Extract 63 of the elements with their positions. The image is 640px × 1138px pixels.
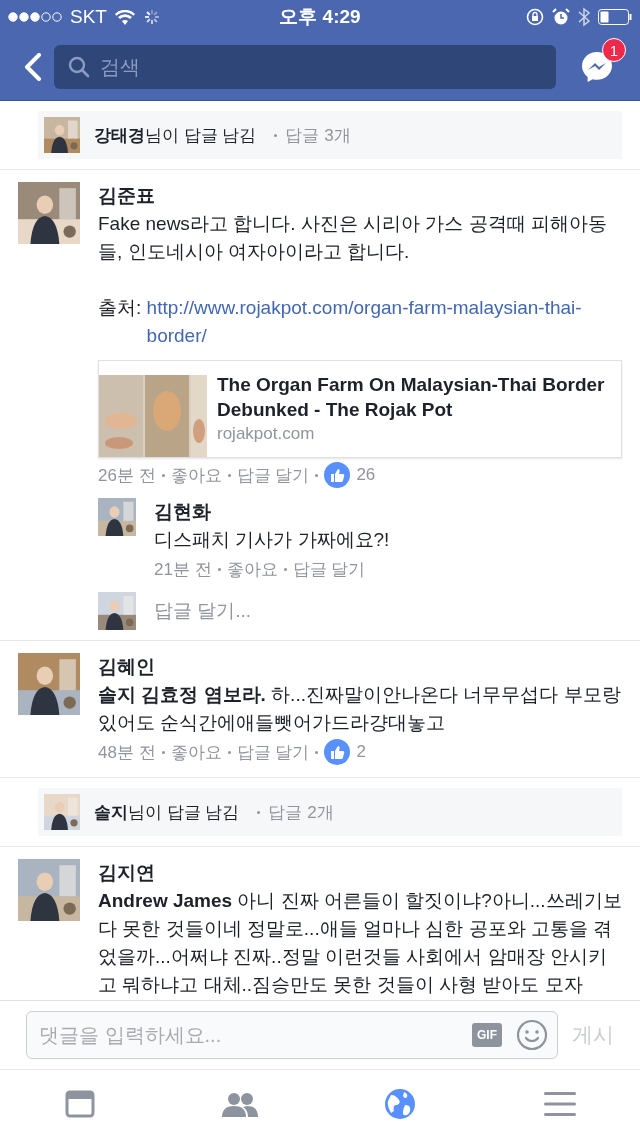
reply-count[interactable]: 답글 3개 <box>285 123 351 147</box>
like-link[interactable]: 좋아요 <box>226 557 278 581</box>
reply-summary[interactable]: 솔지 님이 답글 남김 답글 2개 <box>38 788 622 836</box>
separator-dot <box>257 810 261 814</box>
timestamp: 48분 전 <box>98 741 156 764</box>
separator-dot <box>217 567 221 571</box>
preview-domain: rojakpot.com <box>217 423 316 445</box>
separator-dot <box>283 567 287 571</box>
reply-summary[interactable]: 강태경 님이 답글 남김 답글 3개 <box>38 111 622 159</box>
timestamp: 21분 전 <box>154 558 212 581</box>
link-preview[interactable]: The Organ Farm On Malaysian-Thai Border Debunked - The Rojak Pot rojakpot.com <box>98 360 622 458</box>
like-count: 26 <box>356 465 376 485</box>
reply-text: 디스패치 기사가 가짜에요?! <box>154 528 391 552</box>
comment-text: Fake news라고 합니다. 사진은 시리아 가스 공격때 피해아동들, 인도네시아 여자아이라고 합니다. <box>98 212 608 264</box>
battery-icon <box>598 9 632 25</box>
wifi-icon <box>114 9 135 25</box>
gif-button[interactable]: GIF <box>472 1023 502 1047</box>
separator-dot <box>227 473 231 477</box>
separator-dot <box>274 133 278 137</box>
reply-prompt[interactable]: 답글 달기... <box>154 598 252 624</box>
messenger-button[interactable]: 1 <box>568 38 626 96</box>
timestamp: 26분 전 <box>98 464 156 487</box>
alarm-icon <box>552 8 570 26</box>
reply-link[interactable]: 답글 달기 <box>236 740 310 764</box>
preview-title: The Organ Farm On Malaysian-Thai Border Debunked - The Rojak Pot <box>217 373 606 422</box>
reply-summary-text: 강태경 님이 답글 남김 <box>94 124 257 147</box>
menu-icon <box>544 1091 576 1117</box>
source-label: 출처: <box>98 296 143 320</box>
loading-icon <box>142 8 161 26</box>
comment-text: Andrew James 아니 진짜 어른들이 할짓이냐?아니...쓰레기보다 못한 것들이네 정말로...애들 얼마나 심한 공포와 고통을 겪었을까...어쩌냐 진짜..정말 이런것들 사회에서 암매장 안시키고 뭐하냐고 대체..짐승만도 못한 것들이 사형 받아도 모자 <box>98 889 622 997</box>
like-icon <box>324 739 351 765</box>
author-name[interactable]: 김지연 <box>98 859 622 887</box>
author-name[interactable]: 김준표 <box>98 182 622 210</box>
signal-icon <box>8 12 62 22</box>
separator-dot <box>315 750 319 754</box>
search-field[interactable]: 검색 <box>54 45 556 89</box>
reply-count[interactable]: 답글 2개 <box>268 800 334 824</box>
reply-link[interactable]: 답글 달기 <box>236 463 310 487</box>
author-name[interactable]: 김혜인 <box>98 653 622 681</box>
url-link[interactable]: http://www.rojakpot.com/organ-farm-malaysian-thai-border/ <box>146 294 622 350</box>
separator-dot <box>315 473 319 477</box>
friends-icon <box>222 1091 258 1117</box>
back-icon[interactable] <box>24 53 42 81</box>
smiley-icon[interactable] <box>516 1019 548 1051</box>
rotation-lock-icon <box>526 8 544 26</box>
separator-dot <box>161 473 165 477</box>
clock-time: 오후 4:29 <box>279 5 361 29</box>
carrier-name: SKT <box>70 6 107 28</box>
separator-dot <box>161 750 165 754</box>
search-icon <box>68 56 90 78</box>
author-name[interactable]: 김현화 <box>154 498 622 526</box>
news-feed-icon <box>65 1090 95 1118</box>
like-count: 2 <box>356 742 366 762</box>
reply-link[interactable]: 답글 달기 <box>292 557 366 581</box>
separator-dot <box>227 750 231 754</box>
globe-icon <box>384 1088 416 1120</box>
comment-text: 솔지 김효정 염보라. 하...진짜말이안나온다 너무무섭다 부모랑있어도 순식간에애들뺏어가드라걍대놓고 <box>98 683 622 735</box>
notification-badge: 1 <box>602 38 626 62</box>
bluetooth-icon <box>578 7 590 27</box>
like-link[interactable]: 좋아요 <box>170 740 222 764</box>
like-link[interactable]: 좋아요 <box>170 463 222 487</box>
reply-summary-text: 솔지 님이 답글 남김 <box>94 801 240 824</box>
like-icon <box>324 462 351 488</box>
